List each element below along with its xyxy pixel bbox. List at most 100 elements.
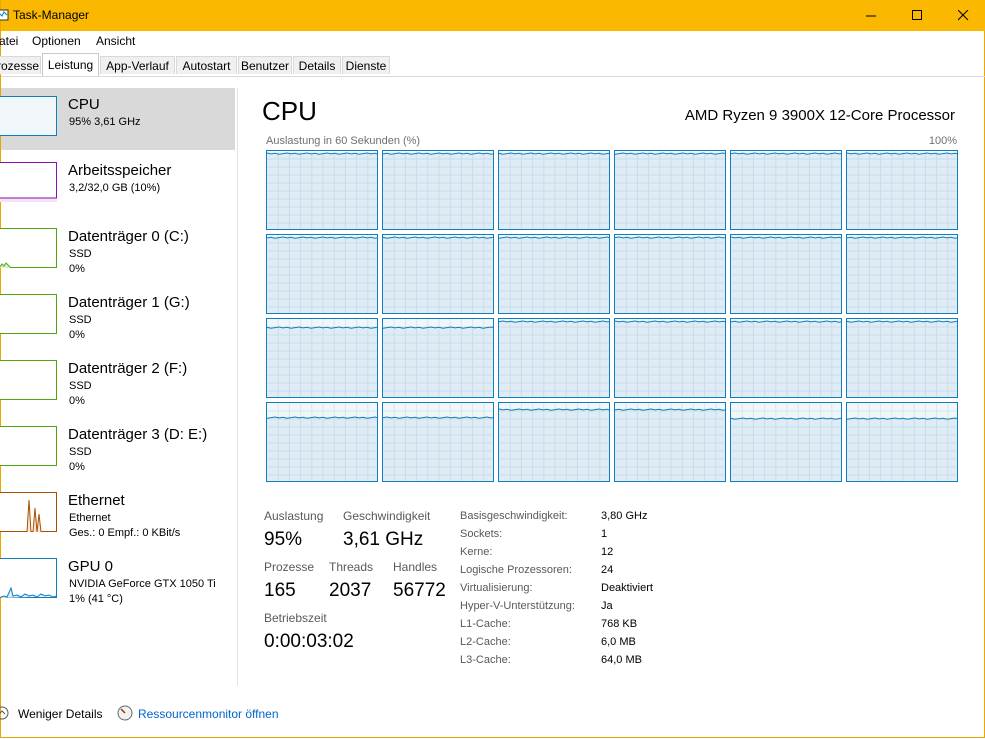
- resource-monitor-link[interactable]: Ressourcenmonitor öffnen: [138, 707, 279, 721]
- sidebar-item-cpu[interactable]: CPU 95% 3,61 GHz: [0, 88, 235, 150]
- core-graph: [498, 402, 610, 482]
- speed-value: 3,61 GHz: [343, 529, 424, 550]
- tab-startup[interactable]: Autostart: [176, 56, 237, 74]
- processes-value: 165: [264, 580, 296, 601]
- sidebar-item-value: 0%: [69, 263, 85, 275]
- core-graph-plot: [847, 403, 957, 481]
- sidebar-item-label: Datenträger 2 (F:): [68, 360, 188, 377]
- core-usage-area: [267, 327, 377, 397]
- title-bar[interactable]: Task-Manager: [0, 0, 985, 31]
- uptime-label: Betriebszeit: [264, 611, 327, 625]
- menu-file[interactable]: atei: [0, 34, 18, 48]
- sidebar-item-ethernet[interactable]: Ethernet Ethernet Ges.: 0 Empf.: 0 KBit/…: [0, 484, 235, 546]
- core-graph-plot: [615, 403, 725, 481]
- spec-value: 24: [601, 564, 614, 576]
- core-graph: [614, 234, 726, 314]
- core-graph: [498, 318, 610, 398]
- core-usage-area: [499, 153, 609, 229]
- processes-label: Prozesse: [264, 560, 315, 574]
- threads-label: Threads: [329, 560, 374, 574]
- spec-label: L2-Cache:: [460, 636, 511, 648]
- core-graph-plot: [267, 319, 377, 397]
- core-graph: [382, 318, 494, 398]
- tab-details[interactable]: Details: [293, 56, 341, 74]
- processor-name: AMD Ryzen 9 3900X 12-Core Processor: [684, 107, 955, 124]
- core-graph: [498, 234, 610, 314]
- handles-value: 56772: [393, 580, 446, 601]
- sidebar-item-memory[interactable]: Arbeitsspeicher 3,2/32,0 GB (10%): [0, 154, 235, 216]
- core-graph-plot: [731, 151, 841, 229]
- sidebar-item-value: 0%: [69, 461, 85, 473]
- core-graph: [846, 402, 958, 482]
- core-graph-plot: [731, 403, 841, 481]
- core-graph-plot: [267, 235, 377, 313]
- sidebar-item-value: 1% (41 °C): [69, 593, 123, 605]
- sidebar-item-disk-2[interactable]: Datenträger 2 (F:) SSD 0%: [0, 352, 235, 414]
- tab-services[interactable]: Dienste: [342, 56, 390, 74]
- core-usage-area: [267, 153, 377, 229]
- menu-options[interactable]: Optionen: [32, 34, 81, 48]
- core-graph: [382, 150, 494, 230]
- sidebar-item-detail: 3,2/32,0 GB (10%): [69, 182, 161, 194]
- sidebar-item-value: Ges.: 0 Empf.: 0 KBit/s: [69, 527, 181, 539]
- core-usage-area: [731, 153, 841, 229]
- core-usage-area: [847, 321, 957, 397]
- tab-app-history[interactable]: App-Verlauf: [100, 56, 175, 74]
- core-graph-plot: [499, 403, 609, 481]
- spec-label: Sockets:: [460, 528, 503, 540]
- sidebar-item-value: 0%: [69, 329, 85, 341]
- sidebar-item-label: GPU 0: [68, 558, 114, 575]
- core-graph-plot: [383, 319, 493, 397]
- sidebar-item-detail: 95% 3,61 GHz: [69, 116, 141, 128]
- sidebar-item-label: Datenträger 0 (C:): [68, 228, 189, 245]
- page-title: CPU: [262, 96, 317, 126]
- core-graph: [730, 318, 842, 398]
- sidebar-item-value: 0%: [69, 395, 85, 407]
- sidebar-item-label: Ethernet: [68, 492, 125, 509]
- sidebar-item-disk-1[interactable]: Datenträger 1 (G:) SSD 0%: [0, 286, 235, 348]
- sidebar-item-label: Datenträger 1 (G:): [68, 294, 190, 311]
- tab-processes[interactable]: rozesse: [0, 56, 41, 74]
- tab-performance[interactable]: Leistung: [42, 53, 99, 76]
- chevron-up-icon[interactable]: [0, 706, 9, 720]
- core-graph-plot: [267, 151, 377, 229]
- core-graph: [846, 318, 958, 398]
- core-usage-area: [499, 321, 609, 397]
- close-button[interactable]: [940, 0, 985, 31]
- core-usage-area: [731, 321, 841, 397]
- spec-label: Logische Prozessoren:: [460, 564, 572, 576]
- spec-label: Kerne:: [460, 546, 493, 558]
- sidebar-item-detail: SSD: [69, 380, 92, 392]
- menu-view[interactable]: Ansicht: [96, 34, 135, 48]
- spec-value: Ja: [601, 600, 613, 612]
- ethernet-thumbnail: [0, 492, 57, 532]
- sidebar-item-disk-0[interactable]: Datenträger 0 (C:) SSD 0%: [0, 220, 235, 282]
- core-graph: [614, 150, 726, 230]
- core-graph-plot: [267, 403, 377, 481]
- disk-3-thumbnail: [0, 426, 57, 466]
- fewer-details-button[interactable]: Weniger Details: [18, 707, 102, 721]
- core-usage-area: [847, 237, 957, 313]
- core-usage-area: [615, 409, 725, 481]
- minimize-icon: [865, 15, 876, 17]
- minimize-button[interactable]: [848, 0, 894, 31]
- core-graph-plot: [383, 403, 493, 481]
- core-graph: [266, 318, 378, 398]
- gpu-thumbnail: [0, 558, 57, 598]
- maximize-button[interactable]: [894, 0, 940, 31]
- tab-users[interactable]: Benutzer: [238, 56, 292, 74]
- core-usage-area: [267, 237, 377, 313]
- core-graph-plot: [383, 151, 493, 229]
- sidebar-divider: [237, 88, 238, 686]
- spec-label: L1-Cache:: [460, 618, 511, 630]
- memory-thumbnail: [0, 162, 57, 202]
- core-graph-plot: [847, 151, 957, 229]
- spec-value: 12: [601, 546, 614, 558]
- disk-0-thumbnail: [0, 228, 57, 268]
- core-usage-area: [615, 153, 725, 229]
- close-icon: [957, 10, 968, 21]
- sidebar-item-detail: SSD: [69, 314, 92, 326]
- core-usage-area: [383, 327, 493, 397]
- sidebar-item-gpu[interactable]: GPU 0 NVIDIA GeForce GTX 1050 Ti 1% (41 …: [0, 550, 235, 612]
- sidebar-item-disk-3[interactable]: Datenträger 3 (D: E:) SSD 0%: [0, 418, 235, 480]
